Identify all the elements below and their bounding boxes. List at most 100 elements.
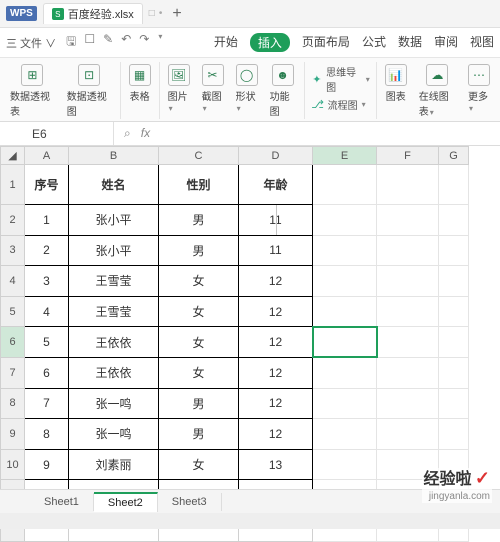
qat-more-icon[interactable]: ▾	[158, 32, 162, 53]
cell-B1[interactable]: 姓名	[69, 165, 159, 205]
cell-B4[interactable]: 王雪莹	[69, 266, 159, 297]
cell-C7[interactable]: 女	[159, 357, 239, 388]
shapes-button[interactable]: ◯ 形状▾	[234, 62, 260, 120]
cell-A5[interactable]: 4	[25, 296, 69, 327]
sheet-tab-3[interactable]: Sheet3	[158, 493, 222, 511]
cell-A7[interactable]: 6	[25, 357, 69, 388]
cell-E10[interactable]	[313, 449, 377, 480]
picture-button[interactable]: 🖼 图片▾	[166, 62, 192, 120]
smartart-button[interactable]: ✦ 思维导图▾	[311, 64, 370, 94]
undo-icon[interactable]: ↶	[121, 32, 131, 53]
row-header-5[interactable]: 5	[1, 296, 25, 327]
col-header-G[interactable]: G	[439, 147, 469, 165]
cell-C1[interactable]: 性别	[159, 165, 239, 205]
cell-A1[interactable]: 序号	[25, 165, 69, 205]
cell-E2[interactable]	[313, 205, 377, 236]
cell-A3[interactable]: 2	[25, 235, 69, 266]
chart-button[interactable]: 📊 图表	[383, 62, 409, 120]
cell-C5[interactable]: 女	[159, 296, 239, 327]
cell-D1[interactable]: 年龄	[239, 165, 313, 205]
cell-A9[interactable]: 8	[25, 419, 69, 450]
col-header-F[interactable]: F	[377, 147, 439, 165]
cell-F4[interactable]	[377, 266, 439, 297]
cell-E9[interactable]	[313, 419, 377, 450]
cell-D9[interactable]: 12	[239, 419, 313, 450]
col-header-A[interactable]: A	[25, 147, 69, 165]
cell-G8[interactable]	[439, 388, 469, 419]
cell-C10[interactable]: 女	[159, 449, 239, 480]
tab-insert[interactable]: 插入	[250, 33, 290, 52]
fx-icon[interactable]: fx	[141, 126, 150, 141]
col-header-D[interactable]: D	[239, 147, 313, 165]
online-chart-button[interactable]: ☁ 在线图表▾	[417, 62, 458, 120]
redo-icon[interactable]: ↷	[139, 32, 149, 53]
cell-E4[interactable]	[313, 266, 377, 297]
row-header-8[interactable]: 8	[1, 388, 25, 419]
cell-E6[interactable]	[313, 327, 377, 358]
sheet-tab-2[interactable]: Sheet2	[94, 492, 158, 512]
cell-D6[interactable]: 12	[239, 327, 313, 358]
file-menu[interactable]: 三 文件 ∨	[6, 35, 56, 51]
col-header-C[interactable]: C	[159, 147, 239, 165]
cell-B6[interactable]: 王依依	[69, 327, 159, 358]
search-icon[interactable]: ⌕	[124, 126, 131, 141]
cell-D8[interactable]: 12	[239, 388, 313, 419]
spreadsheet[interactable]: ◢ A B C D E F G 1 序号 姓名 性别 年龄 2 1 张小平 男	[0, 146, 469, 542]
sheet-tab-1[interactable]: Sheet1	[30, 493, 94, 511]
row-header-3[interactable]: 3	[1, 235, 25, 266]
save-icon[interactable]: 🖫	[66, 32, 76, 53]
cell-D2[interactable]: 11	[239, 205, 313, 236]
cell-F2[interactable]	[377, 205, 439, 236]
cell-F7[interactable]	[377, 357, 439, 388]
cell-C4[interactable]: 女	[159, 266, 239, 297]
cell-F3[interactable]	[377, 235, 439, 266]
cell-G6[interactable]	[439, 327, 469, 358]
cell-A6[interactable]: 5	[25, 327, 69, 358]
cell-E3[interactable]	[313, 235, 377, 266]
tab-data[interactable]: 数据	[398, 33, 422, 52]
row-header-9[interactable]: 9	[1, 419, 25, 450]
new-tab-button[interactable]: +	[162, 5, 191, 23]
more-button[interactable]: ⋯ 更多▾	[466, 62, 492, 120]
cell-G3[interactable]	[439, 235, 469, 266]
row-header-6[interactable]: 6	[1, 327, 25, 358]
document-tab[interactable]: S 百度经验.xlsx	[43, 3, 143, 24]
table-button[interactable]: ▦ 表格	[127, 62, 153, 105]
cell-B10[interactable]: 刘素丽	[69, 449, 159, 480]
tab-flag-icon[interactable]: □	[149, 8, 155, 19]
cell-F1[interactable]	[377, 165, 439, 205]
select-all-corner[interactable]: ◢	[1, 147, 25, 165]
cell-C9[interactable]: 男	[159, 419, 239, 450]
cell-C3[interactable]: 男	[159, 235, 239, 266]
cell-B8[interactable]: 张一鸣	[69, 388, 159, 419]
col-header-B[interactable]: B	[69, 147, 159, 165]
cell-D4[interactable]: 12	[239, 266, 313, 297]
tab-review[interactable]: 审阅	[434, 33, 458, 52]
cell-E8[interactable]	[313, 388, 377, 419]
cell-F6[interactable]	[377, 327, 439, 358]
name-box[interactable]: E6	[24, 122, 114, 145]
cell-A8[interactable]: 7	[25, 388, 69, 419]
print-icon[interactable]: ☐	[84, 32, 95, 53]
cell-D5[interactable]: 12	[239, 296, 313, 327]
cell-D10[interactable]: 13	[239, 449, 313, 480]
cell-G9[interactable]	[439, 419, 469, 450]
col-header-E[interactable]: E	[313, 147, 377, 165]
cell-A2[interactable]: 1	[25, 205, 69, 236]
cell-E7[interactable]	[313, 357, 377, 388]
cell-B3[interactable]: 张小平	[69, 235, 159, 266]
cell-G7[interactable]	[439, 357, 469, 388]
cell-B5[interactable]: 王雪莹	[69, 296, 159, 327]
row-header-7[interactable]: 7	[1, 357, 25, 388]
cell-C6[interactable]: 女	[159, 327, 239, 358]
cell-D3[interactable]: 11	[239, 235, 313, 266]
cell-A10[interactable]: 9	[25, 449, 69, 480]
row-header-1[interactable]: 1	[1, 165, 25, 205]
cell-B9[interactable]: 张一鸣	[69, 419, 159, 450]
cell-F9[interactable]	[377, 419, 439, 450]
cell-F5[interactable]	[377, 296, 439, 327]
cell-G1[interactable]	[439, 165, 469, 205]
screenshot-button[interactable]: ✂ 截图▾	[200, 62, 226, 120]
cell-G5[interactable]	[439, 296, 469, 327]
cell-E5[interactable]	[313, 296, 377, 327]
